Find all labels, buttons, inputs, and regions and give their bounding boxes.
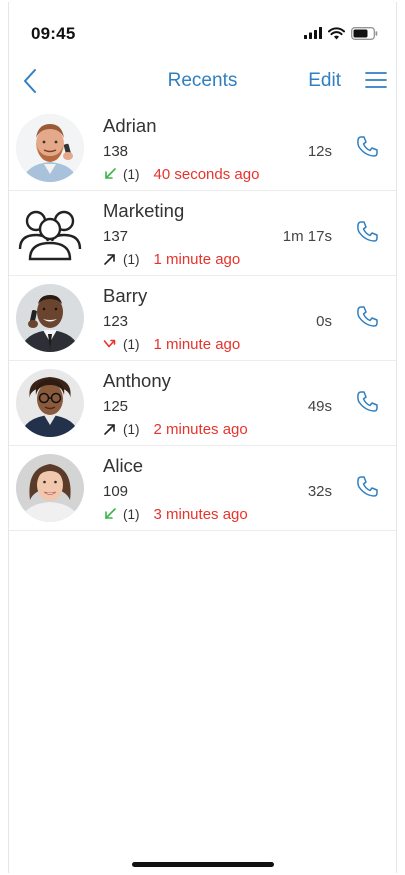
contact-name: Anthony xyxy=(103,370,171,391)
call-duration: 49s xyxy=(307,398,332,415)
contact-extension: 138 xyxy=(103,143,129,160)
call-time-ago: 2 minutes ago xyxy=(153,420,248,438)
call-count: (1) xyxy=(123,506,140,522)
call-count: (1) xyxy=(123,251,140,267)
call-meta: (1) 40 seconds ago xyxy=(103,165,259,183)
phone-icon[interactable] xyxy=(354,474,380,500)
phone-icon[interactable] xyxy=(354,389,380,415)
contact-name: Alice xyxy=(103,455,144,476)
call-time-ago: 1 minute ago xyxy=(153,335,241,353)
wifi-icon xyxy=(328,26,345,39)
call-duration: 32s xyxy=(307,483,332,500)
missed-call-arrow-icon xyxy=(103,339,116,348)
status-time: 09:45 xyxy=(31,24,76,43)
call-meta: (1) 3 minutes ago xyxy=(103,505,248,523)
phone-screen: 09:45 Recents Edit Adrian 138 (1) 40 sec… xyxy=(8,2,397,873)
contact-name: Barry xyxy=(103,285,148,306)
call-time-ago: 3 minutes ago xyxy=(153,505,248,523)
call-meta: (1) 1 minute ago xyxy=(103,250,240,268)
recents-list: Adrian 138 (1) 40 seconds ago 12s Market… xyxy=(9,106,396,531)
call-duration: 12s xyxy=(307,143,332,160)
avatar xyxy=(16,454,84,522)
call-duration: 0s xyxy=(316,313,332,330)
recent-call-row[interactable]: Marketing 137 (1) 1 minute ago 1m 17s xyxy=(9,191,396,276)
call-time-ago: 1 minute ago xyxy=(153,250,241,268)
cellular-signal-icon xyxy=(304,27,322,39)
outgoing-call-arrow-icon xyxy=(104,254,115,265)
call-meta: (1) 2 minutes ago xyxy=(103,420,248,438)
recent-call-row[interactable]: Adrian 138 (1) 40 seconds ago 12s xyxy=(9,106,396,191)
contact-extension: 137 xyxy=(103,228,129,245)
avatar xyxy=(16,284,84,352)
incoming-call-arrow-icon xyxy=(105,168,116,179)
contact-extension: 109 xyxy=(103,483,129,500)
recent-call-row[interactable]: Alice 109 (1) 3 minutes ago 32s xyxy=(9,446,396,531)
battery-icon xyxy=(351,26,378,40)
group-icon xyxy=(18,210,82,261)
recent-call-row[interactable]: Barry 123 (1) 1 minute ago 0s xyxy=(9,276,396,361)
contact-name: Adrian xyxy=(103,115,157,136)
contact-extension: 123 xyxy=(103,313,129,330)
avatar xyxy=(16,114,84,182)
navigation-bar: Recents Edit xyxy=(9,60,396,104)
call-count: (1) xyxy=(123,336,140,352)
phone-icon[interactable] xyxy=(354,304,380,330)
contact-extension: 125 xyxy=(103,398,129,415)
recent-call-row[interactable]: Anthony 125 (1) 2 minutes ago 49s xyxy=(9,361,396,446)
call-count: (1) xyxy=(123,166,140,182)
call-count: (1) xyxy=(123,421,140,437)
status-bar: 09:45 xyxy=(9,2,396,46)
phone-icon[interactable] xyxy=(354,219,380,245)
call-meta: (1) 1 minute ago xyxy=(103,335,240,353)
phone-icon[interactable] xyxy=(354,134,380,160)
home-indicator[interactable] xyxy=(131,862,274,867)
incoming-call-arrow-icon xyxy=(105,508,116,519)
outgoing-call-arrow-icon xyxy=(104,424,115,435)
status-icons xyxy=(304,26,378,40)
contact-name: Marketing xyxy=(103,200,185,221)
edit-button[interactable]: Edit xyxy=(308,70,341,92)
hamburger-menu-icon[interactable] xyxy=(364,69,388,91)
avatar xyxy=(16,369,84,437)
call-time-ago: 40 seconds ago xyxy=(153,165,260,183)
call-duration: 1m 17s xyxy=(282,228,332,245)
